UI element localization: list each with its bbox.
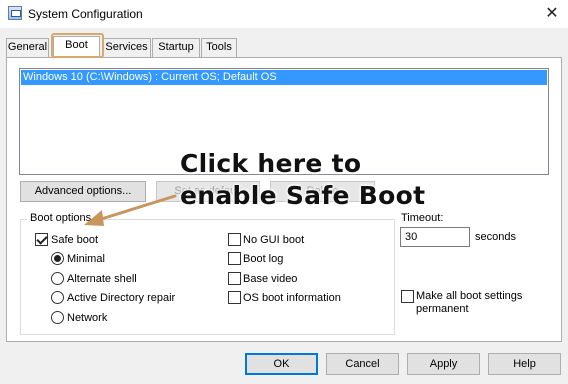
os-boot-information-label[interactable]: OS boot information bbox=[243, 292, 341, 304]
boot-log-checkbox[interactable] bbox=[228, 252, 241, 265]
active-directory-repair-label[interactable]: Active Directory repair bbox=[67, 292, 175, 304]
tab-services[interactable]: Services bbox=[102, 38, 151, 57]
alternate-shell-radio[interactable] bbox=[51, 272, 64, 285]
title-bar: System Configuration ✕ bbox=[0, 0, 568, 28]
no-gui-boot-checkbox[interactable] bbox=[228, 233, 241, 246]
seconds-label: seconds bbox=[475, 231, 516, 243]
system-configuration-icon bbox=[8, 6, 22, 20]
annotation-line-1: Click here to bbox=[180, 149, 362, 178]
tab-boot[interactable]: Boot bbox=[53, 36, 100, 58]
active-directory-repair-radio[interactable] bbox=[51, 291, 64, 304]
boot-log-label[interactable]: Boot log bbox=[243, 253, 283, 265]
tab-tools[interactable]: Tools bbox=[201, 38, 237, 57]
minimal-radio[interactable] bbox=[51, 252, 64, 265]
window-title: System Configuration bbox=[28, 7, 143, 21]
timeout-label: Timeout: bbox=[401, 212, 444, 224]
make-permanent-label-line2[interactable]: permanent bbox=[416, 303, 469, 315]
no-gui-boot-label[interactable]: No GUI boot bbox=[243, 234, 304, 246]
close-button[interactable]: ✕ bbox=[537, 3, 567, 25]
apply-button[interactable]: Apply bbox=[407, 353, 480, 375]
timeout-input[interactable]: 30 bbox=[400, 227, 470, 247]
advanced-options-button[interactable]: Advanced options... bbox=[20, 181, 146, 202]
network-radio[interactable] bbox=[51, 311, 64, 324]
minimal-label[interactable]: Minimal bbox=[67, 253, 105, 265]
safe-boot-checkbox[interactable] bbox=[35, 233, 48, 246]
boot-options-label: Boot options bbox=[27, 212, 95, 224]
network-label[interactable]: Network bbox=[67, 312, 107, 324]
tab-startup[interactable]: Startup bbox=[152, 38, 200, 57]
alternate-shell-label[interactable]: Alternate shell bbox=[67, 273, 137, 285]
safe-boot-label[interactable]: Safe boot bbox=[51, 234, 98, 246]
ok-button[interactable]: OK bbox=[245, 353, 318, 375]
cancel-button[interactable]: Cancel bbox=[326, 353, 399, 375]
os-list-item-selected[interactable]: Windows 10 (C:\Windows) : Current OS; De… bbox=[21, 70, 547, 85]
os-boot-information-checkbox[interactable] bbox=[228, 291, 241, 304]
base-video-label[interactable]: Base video bbox=[243, 273, 297, 285]
make-permanent-label-line1[interactable]: Make all boot settings bbox=[416, 290, 522, 302]
annotation-line-2: enable Safe Boot bbox=[180, 181, 426, 210]
make-permanent-checkbox[interactable] bbox=[401, 290, 414, 303]
base-video-checkbox[interactable] bbox=[228, 272, 241, 285]
tab-general[interactable]: General bbox=[6, 38, 49, 57]
help-button[interactable]: Help bbox=[488, 353, 561, 375]
